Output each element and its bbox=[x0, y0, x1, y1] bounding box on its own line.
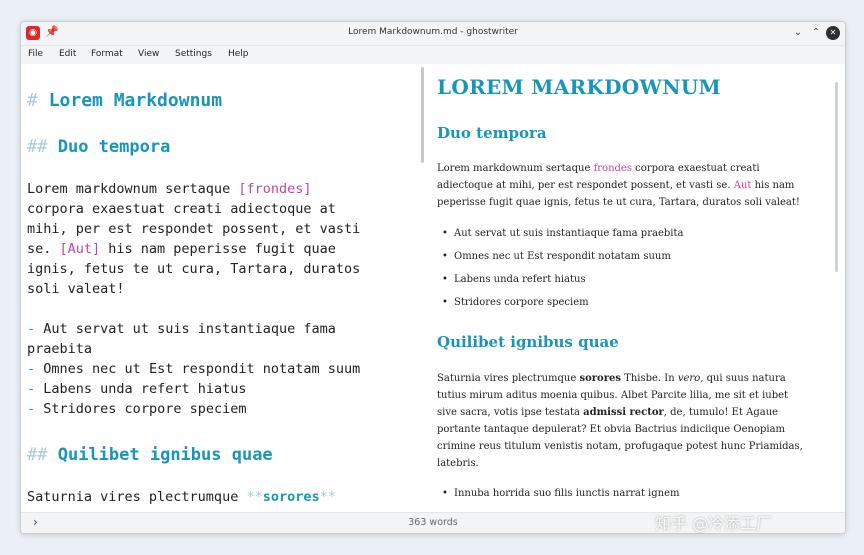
text: Stridores corpore speciem bbox=[43, 401, 247, 417]
editor-para-line: corpora exaestuat creati adiectoque at bbox=[27, 201, 336, 217]
editor-bullet: - Omnes nec ut Est respondit notatam suu… bbox=[27, 361, 360, 377]
preview-bullet: Labens unda refert hiatus bbox=[442, 274, 586, 285]
text: qui suus natura bbox=[703, 373, 786, 384]
preview-scrollbar[interactable] bbox=[835, 82, 838, 272]
text: adiectoque at mihi, per est respondet po… bbox=[437, 180, 734, 191]
editor-bullet: - Aut servat ut suis instantiaque fama bbox=[27, 321, 336, 337]
editor-h1: # Lorem Markdownum bbox=[27, 90, 222, 111]
preview-bullet: Aut servat ut suis instantiaque fama pra… bbox=[442, 228, 683, 239]
preview-para-line: adiectoque at mihi, per est respondet po… bbox=[437, 177, 794, 194]
text: Lorem markdownum sertaque bbox=[27, 181, 239, 197]
preview-para-line: tutius mirum aditus moenia quibus. Albet… bbox=[437, 390, 789, 401]
editor-scrollbar[interactable] bbox=[421, 67, 424, 163]
menu-file[interactable]: File bbox=[28, 49, 43, 59]
editor-h2-quilibet: ## Quilibet ignibus quae bbox=[27, 445, 273, 465]
text: Aut servat ut suis instantiaque fama bbox=[43, 321, 336, 337]
link-frondes[interactable]: frondes bbox=[594, 163, 632, 174]
menu-format[interactable]: Format bbox=[91, 49, 123, 59]
preview-bullet: Stridores corpore speciem bbox=[442, 297, 589, 308]
text: Saturnia vires plectrumque bbox=[27, 489, 247, 505]
bullet-mark: - bbox=[27, 381, 36, 397]
bold-text: admissi rector bbox=[583, 407, 664, 418]
preview-h2-quilibet: Quilibet ignibus quae bbox=[437, 333, 619, 351]
link-frondes: [frondes] bbox=[238, 181, 312, 197]
editor-bullet: - Stridores corpore speciem bbox=[27, 401, 246, 417]
editor-para-line: Lorem markdownum sertaque [frondes] bbox=[27, 181, 311, 197]
minimize-button[interactable]: ⌄ bbox=[791, 26, 805, 40]
maximize-button[interactable]: ⌃ bbox=[809, 26, 823, 40]
h1-text: Lorem Markdownum bbox=[48, 90, 223, 111]
bold-text: sorores bbox=[579, 373, 621, 384]
bold-mark: ** bbox=[246, 489, 263, 505]
preview-h1: LOREM MARKDOWNUM bbox=[437, 75, 721, 99]
preview-para-line: Lorem markdownum sertaque frondes corpor… bbox=[437, 160, 760, 177]
text: , de, tumulo! Et Agaue bbox=[663, 407, 779, 418]
preview-para-line: peperisse fugit quae ignis, fetus te ut … bbox=[437, 197, 800, 208]
text: Labens unda refert hiatus bbox=[43, 381, 247, 397]
menu-help[interactable]: Help bbox=[228, 49, 249, 59]
text: his nam bbox=[751, 180, 795, 191]
markdown-editor[interactable]: # Lorem Markdownum ## Duo tempora Lorem … bbox=[21, 65, 419, 511]
menu-bar: File Edit Format View Settings Help bbox=[21, 46, 845, 64]
link-aut: [Aut] bbox=[59, 241, 101, 257]
preview-para-line: Saturnia vires plectrumque sorores Thisb… bbox=[437, 370, 786, 387]
title-bar: ◉ 📌 Lorem Markdownum.md - ghostwriter ⌄ … bbox=[21, 22, 845, 46]
link-aut[interactable]: Aut bbox=[734, 180, 752, 191]
preview-h2-duo: Duo tempora bbox=[437, 124, 547, 142]
menu-view[interactable]: View bbox=[138, 49, 159, 59]
editor-para-line: mihi, per est respondet possent, et vast… bbox=[27, 221, 361, 237]
watermark: 知乎 @冷添工厂 bbox=[655, 514, 773, 533]
preview-para-line: sive sacra, votis ipse testata admissi r… bbox=[437, 404, 778, 421]
h2-hash: ## bbox=[27, 137, 48, 157]
preview-bullet: Omnes nec ut Est respondit notatam suum bbox=[442, 251, 671, 262]
window-title: Lorem Markdownum.md - ghostwriter bbox=[348, 27, 518, 37]
bullet-mark: - bbox=[27, 361, 36, 377]
text: corpora exaestuat creati bbox=[631, 163, 760, 174]
bold-text: sorores bbox=[262, 489, 320, 505]
text: Thisbe. In bbox=[620, 373, 678, 384]
h2-text: Quilibet ignibus quae bbox=[57, 445, 273, 465]
menu-settings[interactable]: Settings bbox=[175, 49, 212, 59]
text: se. bbox=[27, 241, 60, 257]
text: his nam peperisse fugit quae bbox=[100, 241, 336, 257]
text: Saturnia vires plectrumque bbox=[437, 373, 580, 384]
preview-para-line: latebris. bbox=[437, 458, 479, 469]
h2-hash: ## bbox=[27, 445, 48, 465]
preview-para-line: portante tantaque depulerat? Et obvia Ba… bbox=[437, 424, 786, 435]
text: Omnes nec ut Est respondit notatam suum bbox=[43, 361, 361, 377]
editor-h2-duo: ## Duo tempora bbox=[27, 137, 170, 157]
editor-para-line: Saturnia vires plectrumque **sorores** bbox=[27, 489, 336, 505]
text: Lorem markdownum sertaque bbox=[437, 163, 594, 174]
editor-bullet: - Labens unda refert hiatus bbox=[27, 381, 246, 397]
preview-bullet: Innuba horrida suo filis iunctis narrat … bbox=[442, 488, 679, 499]
bullet-mark: - bbox=[27, 401, 36, 417]
app-window: ◉ 📌 Lorem Markdownum.md - ghostwriter ⌄ … bbox=[20, 21, 846, 534]
editor-para-line: se. [Aut] his nam peperisse fugit quae bbox=[27, 241, 336, 257]
editor-para-line: soli valeat! bbox=[27, 281, 125, 297]
h2-text: Duo tempora bbox=[57, 137, 171, 157]
h1-hash: # bbox=[27, 90, 38, 111]
preview-para-line: crimine reus titulum venistis notam, pro… bbox=[437, 441, 803, 452]
menu-edit[interactable]: Edit bbox=[59, 49, 76, 59]
editor-para-line: ignis, fetus te ut cura, Tartara, durato… bbox=[27, 261, 361, 277]
italic-text: vero, bbox=[677, 373, 704, 384]
close-button[interactable]: ✕ bbox=[826, 26, 840, 40]
bullet-mark: - bbox=[27, 321, 36, 337]
bold-mark: ** bbox=[319, 489, 336, 505]
editor-bullet-cont: praebita bbox=[27, 341, 93, 357]
html-preview: LOREM MARKDOWNUM Duo tempora Lorem markd… bbox=[427, 65, 835, 511]
text: sive sacra, votis ipse testata bbox=[437, 407, 584, 418]
